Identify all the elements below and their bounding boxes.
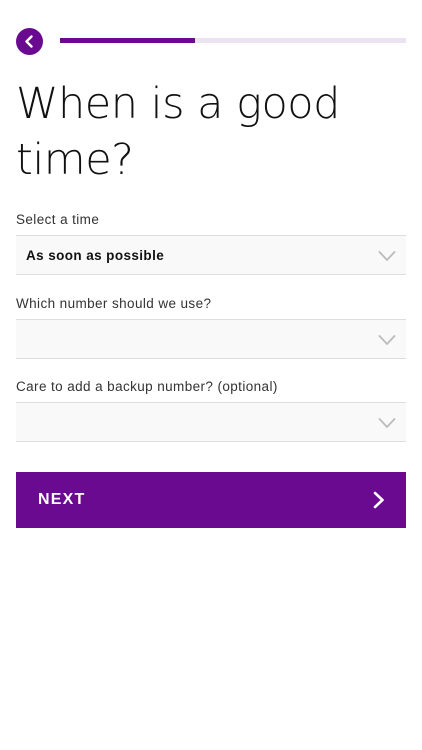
select-time-label: Select a time — [16, 212, 100, 227]
progress-bar — [60, 38, 406, 43]
phone-number-dropdown[interactable] — [16, 319, 406, 359]
chevron-down-icon — [378, 333, 396, 347]
next-button-label: NEXT — [38, 491, 86, 508]
backup-number-label: Care to add a backup number? (optional) — [16, 379, 278, 394]
select-time-dropdown[interactable]: As soon as possible — [16, 235, 406, 275]
chevron-down-icon — [378, 416, 396, 430]
back-button[interactable] — [16, 28, 43, 55]
select-time-value: As soon as possible — [26, 247, 165, 263]
backup-number-dropdown[interactable] — [16, 402, 406, 442]
page: When is a good time? Select a time As so… — [0, 0, 422, 750]
next-button[interactable]: NEXT — [16, 472, 406, 528]
phone-number-label: Which number should we use? — [16, 296, 212, 311]
progress-bar-fill — [60, 38, 195, 43]
chevron-down-icon — [378, 249, 396, 263]
chevron-right-icon — [372, 491, 386, 509]
chevron-left-icon — [23, 35, 36, 48]
page-title: When is a good time? — [16, 79, 340, 185]
